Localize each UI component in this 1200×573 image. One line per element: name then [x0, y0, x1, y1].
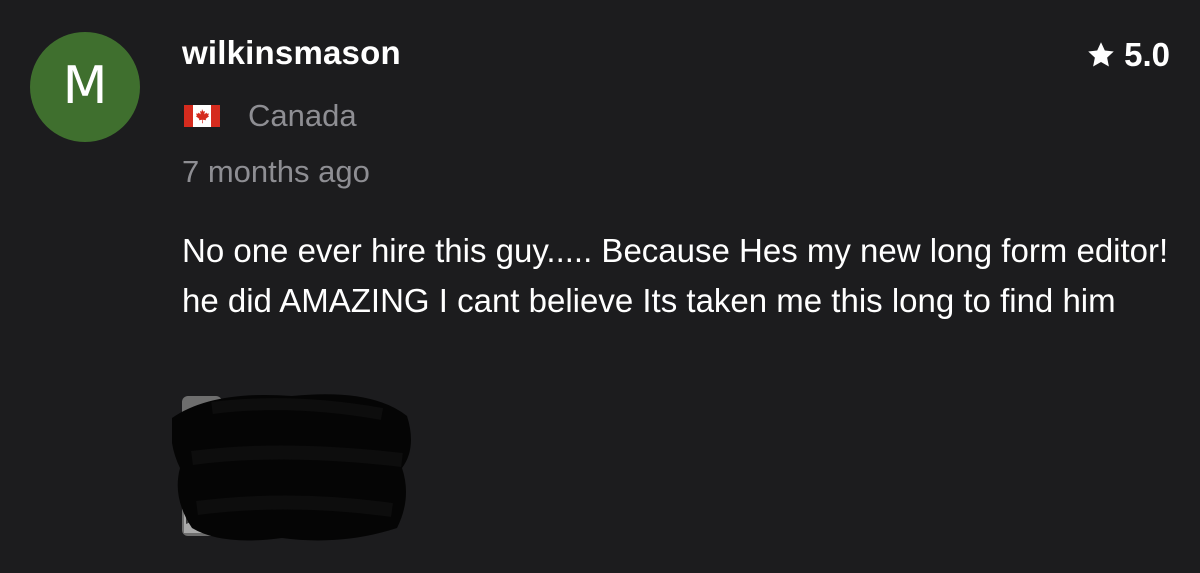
rating-value: 5.0 — [1124, 36, 1170, 73]
canada-flag-icon — [184, 105, 220, 127]
country-name: Canada — [248, 98, 357, 133]
country-row: Canada — [184, 98, 357, 134]
review-text: No one ever hire this guy..... Because H… — [182, 232, 1169, 319]
review-card: M wilkinsmason 5.0 Canada 7 months ago N… — [0, 0, 1200, 573]
review-timestamp: 7 months ago — [182, 154, 370, 189]
avatar[interactable]: M — [30, 32, 140, 142]
star-icon — [1088, 42, 1114, 67]
review-attachment-image[interactable] — [172, 388, 417, 543]
rating: 5.0 — [1086, 36, 1170, 74]
reviewer-username[interactable]: wilkinsmason — [182, 34, 401, 72]
avatar-letter: M — [62, 56, 108, 116]
